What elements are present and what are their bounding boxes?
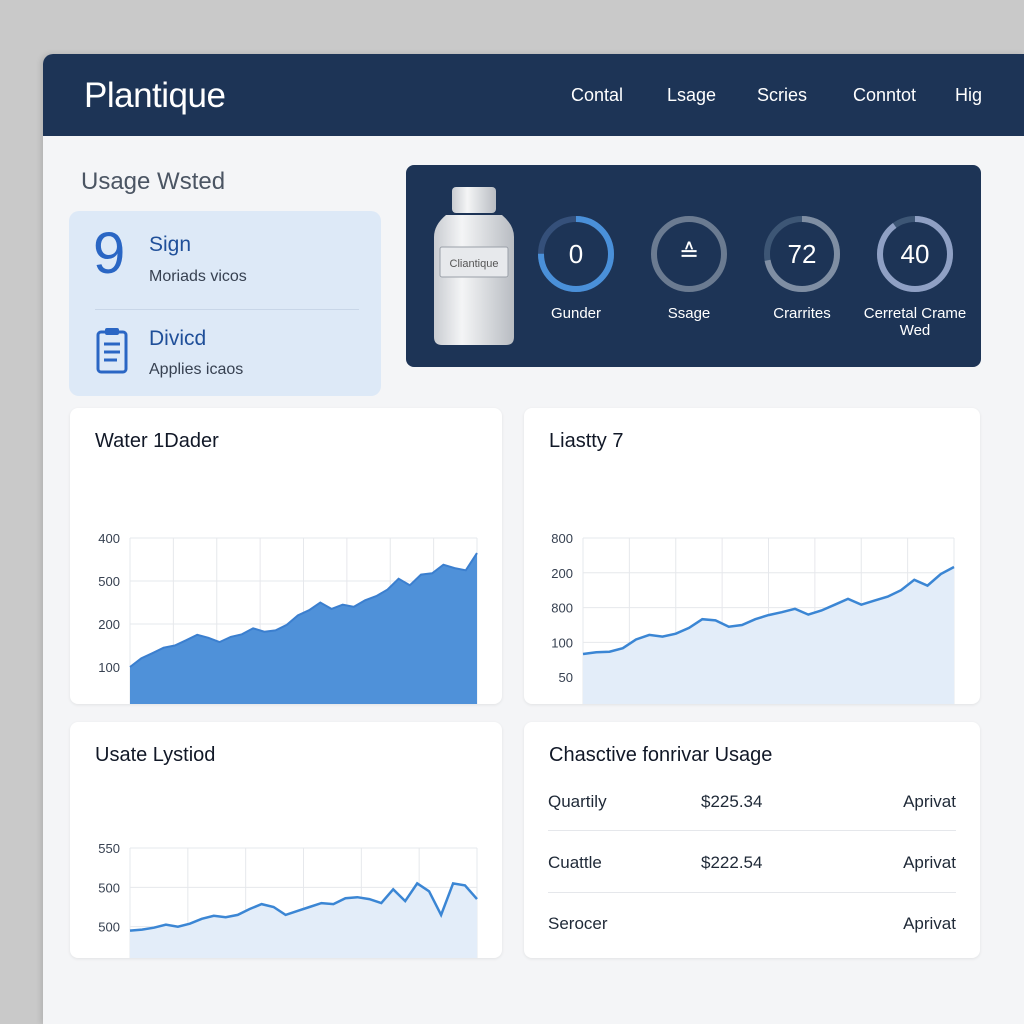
table-row-name: Serocer bbox=[548, 914, 608, 933]
table-row-status[interactable]: Aprivat bbox=[903, 914, 956, 934]
table-row-name: Cuattle bbox=[548, 853, 602, 872]
usage-table-card: Chasctive fonrivar Usage Quartily $225.3… bbox=[524, 722, 980, 958]
liastty-line-chart: 8002008001005002022202310171021102410242… bbox=[551, 531, 955, 704]
y-tick-label: 100 bbox=[98, 660, 120, 675]
section-title: Usage Wsted bbox=[81, 168, 226, 195]
y-tick-label: 500 bbox=[98, 574, 120, 589]
gauge-2-icon: ≙ bbox=[678, 240, 700, 267]
y-tick-label: 500 bbox=[98, 880, 120, 895]
table-divider bbox=[548, 830, 956, 831]
gauge-4-label: Cerretal Crame Wed bbox=[863, 305, 967, 339]
chart-card-liastty: Liastty 7 800200800100500202220231017102… bbox=[524, 408, 980, 704]
nav-item-contal[interactable]: Contal bbox=[571, 85, 623, 106]
gauge-1-value: 0 bbox=[568, 239, 584, 269]
table-row-status[interactable]: Aprivat bbox=[903, 792, 956, 812]
nav-item-conntot[interactable]: Conntot bbox=[853, 85, 916, 106]
table-row-status[interactable]: Aprivat bbox=[903, 853, 956, 873]
water-area-chart: 4005002001000A242015202620242022Juil2027… bbox=[98, 531, 478, 704]
gauge-4-value: 40 bbox=[900, 239, 930, 269]
y-tick-label: 550 bbox=[98, 841, 120, 856]
top-nav-bar: Plantique Contal Lsage Scries Conntot Hi… bbox=[43, 54, 1024, 136]
chart-card-usate: Usate Lystiod 55050050002024202420282023… bbox=[70, 722, 502, 958]
y-tick-label: 0 bbox=[113, 703, 120, 704]
y-tick-label: 50 bbox=[559, 670, 573, 685]
gauge-1-label: Gunder bbox=[550, 305, 602, 322]
table-divider bbox=[548, 892, 956, 893]
y-tick-label: 200 bbox=[98, 617, 120, 632]
gauge-3-value: 72 bbox=[787, 239, 817, 269]
y-tick-label: 100 bbox=[551, 635, 573, 650]
big-number: 9 bbox=[93, 221, 126, 286]
table-title: Chasctive fonrivar Usage bbox=[549, 744, 773, 766]
gauge-3-label: Crarrites bbox=[773, 305, 831, 322]
table-row-amount: $225.34 bbox=[701, 792, 763, 811]
app-window: Plantique Contal Lsage Scries Conntot Hi… bbox=[43, 54, 1024, 1024]
nav-item-hig[interactable]: Hig bbox=[955, 85, 982, 106]
clipboard-icon bbox=[96, 328, 128, 374]
y-tick-label: 400 bbox=[98, 531, 120, 546]
nav-item-lsage[interactable]: Lsage bbox=[667, 85, 716, 106]
bottle-image: Cliantique bbox=[434, 187, 514, 345]
y-tick-label: 200 bbox=[551, 566, 573, 581]
usate-area-chart: 55050050002024202420282023203020303000 bbox=[98, 841, 478, 958]
nav-item-scries[interactable]: Scries bbox=[757, 85, 807, 106]
bottle-label: Cliantique bbox=[450, 258, 499, 270]
table-row-name: Quartily bbox=[548, 792, 607, 811]
y-tick-label: 800 bbox=[551, 531, 573, 546]
info-item-divicd-subtitle: Applies icaos bbox=[149, 361, 244, 378]
info-divider bbox=[95, 309, 359, 310]
brand-logo[interactable]: Plantique bbox=[84, 76, 226, 116]
chart-card-water: Water 1Dader 4005002001000A2420152026202… bbox=[70, 408, 502, 704]
y-tick-label: 800 bbox=[551, 601, 573, 616]
stats-panel: Cliantique 0 Gunder ≙ Ssage 72 Crarrites… bbox=[406, 165, 981, 367]
info-item-sign-subtitle: Moriads vicos bbox=[149, 268, 247, 285]
y-tick-label: 500 bbox=[98, 920, 120, 935]
info-card: 9 Sign Moriads vicos Divicd Applies icao… bbox=[69, 211, 381, 396]
info-item-divicd[interactable]: Divicd bbox=[149, 327, 206, 351]
info-item-sign[interactable]: Sign bbox=[149, 233, 191, 257]
gauge-2-label: Ssage bbox=[667, 305, 711, 322]
table-row-amount: $222.54 bbox=[701, 853, 763, 872]
